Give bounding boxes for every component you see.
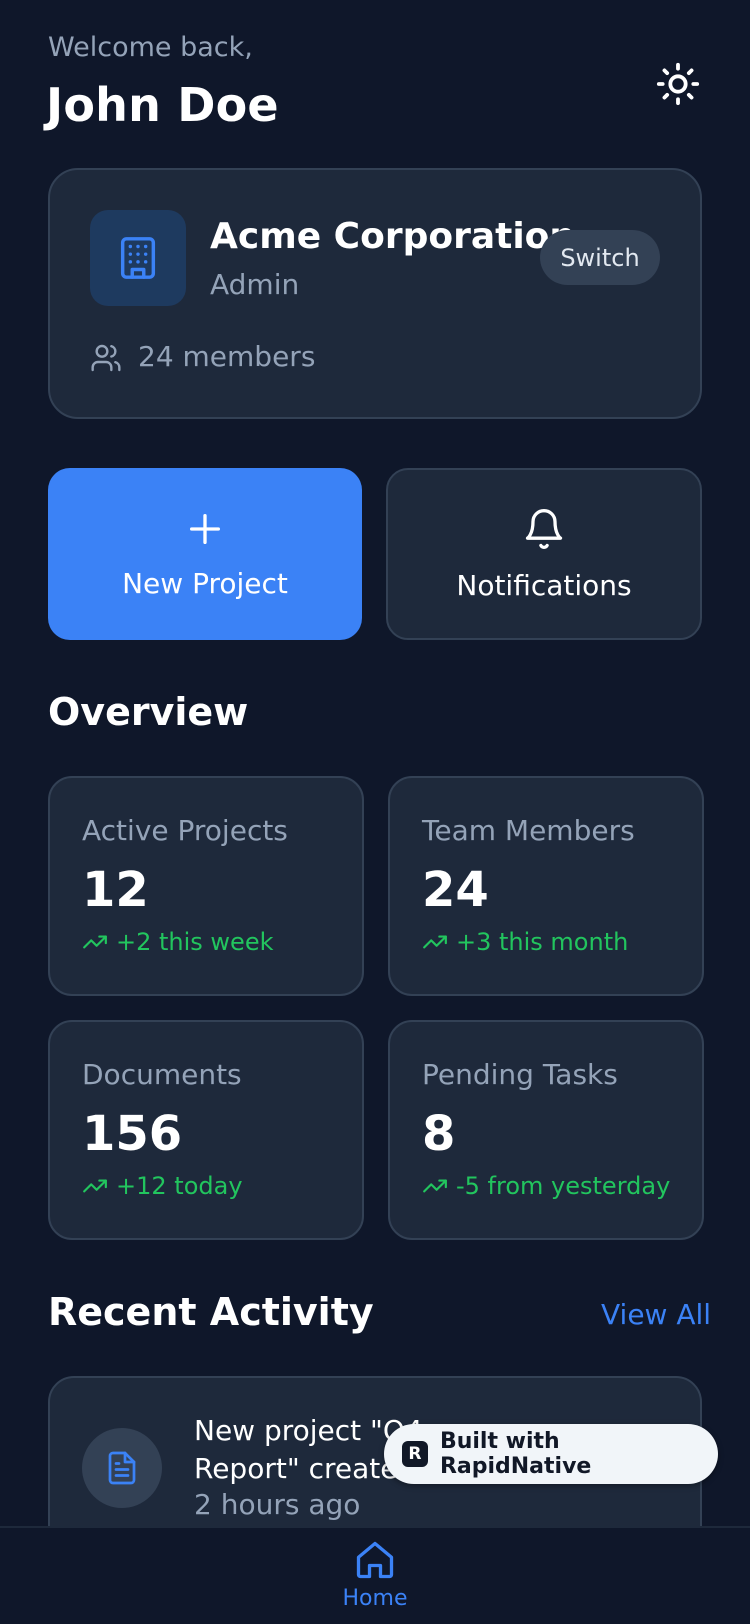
- stat-label: Pending Tasks: [422, 1058, 618, 1091]
- sun-icon: [656, 62, 700, 106]
- building-icon: [120, 237, 156, 279]
- trending-up-icon: [423, 935, 447, 949]
- new-project-label: New Project: [122, 566, 288, 600]
- built-with-badge[interactable]: R Built with RapidNative: [384, 1424, 718, 1484]
- user-name: John Doe: [46, 78, 279, 132]
- stat-label: Team Members: [422, 814, 635, 847]
- members-count: 24 members: [138, 340, 316, 373]
- trending-up-icon: [83, 1179, 107, 1193]
- notifications-label: Notifications: [456, 568, 632, 602]
- stat-card-pending-tasks[interactable]: Pending Tasks 8 -5 from yesterday: [388, 1020, 704, 1240]
- plus-icon: [190, 513, 220, 544]
- bell-icon: [525, 508, 563, 549]
- nav-tab-home[interactable]: Home: [335, 1538, 415, 1624]
- stat-value: 24: [422, 862, 489, 918]
- nav-home-label: Home: [342, 1586, 408, 1611]
- badge-label: Built with RapidNative: [439, 1429, 592, 1479]
- home-icon: [356, 1541, 394, 1579]
- organization-icon-box: [90, 210, 186, 306]
- stat-label: Active Projects: [82, 814, 288, 847]
- stat-trend-text: +3 this month: [456, 928, 629, 956]
- stat-value: 156: [82, 1106, 183, 1162]
- file-text-icon: [108, 1451, 136, 1485]
- stat-card-documents[interactable]: Documents 156 +12 today: [48, 1020, 364, 1240]
- stat-value: 8: [422, 1106, 456, 1162]
- overview-heading: Overview: [48, 690, 249, 734]
- stat-trend: -5 from yesterday: [422, 1172, 670, 1200]
- recent-activity-heading: Recent Activity: [48, 1290, 374, 1334]
- welcome-text: Welcome back,: [48, 32, 253, 63]
- switch-organization-button[interactable]: Switch: [540, 230, 660, 285]
- activity-icon-circle: [82, 1428, 162, 1508]
- stat-trend: +12 today: [82, 1172, 243, 1200]
- theme-toggle-button[interactable]: [650, 56, 706, 112]
- stat-trend: +3 this month: [422, 928, 628, 956]
- stat-label: Documents: [82, 1058, 242, 1091]
- trending-up-icon: [83, 935, 107, 949]
- organization-name: Acme Corporation: [210, 216, 576, 257]
- stat-value: 12: [82, 862, 149, 918]
- stat-trend-text: -5 from yesterday: [456, 1172, 671, 1200]
- organization-role: Admin: [210, 268, 300, 301]
- rapidnative-logo-icon: R: [402, 1441, 428, 1467]
- new-project-button[interactable]: New Project: [48, 468, 362, 640]
- users-icon: [91, 344, 121, 372]
- stat-trend: +2 this week: [82, 928, 274, 956]
- stat-trend-text: +2 this week: [116, 928, 274, 956]
- trending-up-icon: [423, 1179, 447, 1193]
- activity-timestamp: 2 hours ago: [194, 1488, 361, 1521]
- notifications-button[interactable]: Notifications: [386, 468, 702, 640]
- stat-card-active-projects[interactable]: Active Projects 12 +2 this week: [48, 776, 364, 996]
- stat-trend-text: +12 today: [116, 1172, 243, 1200]
- stat-card-team-members[interactable]: Team Members 24 +3 this month: [388, 776, 704, 996]
- view-all-link[interactable]: View All: [601, 1298, 711, 1331]
